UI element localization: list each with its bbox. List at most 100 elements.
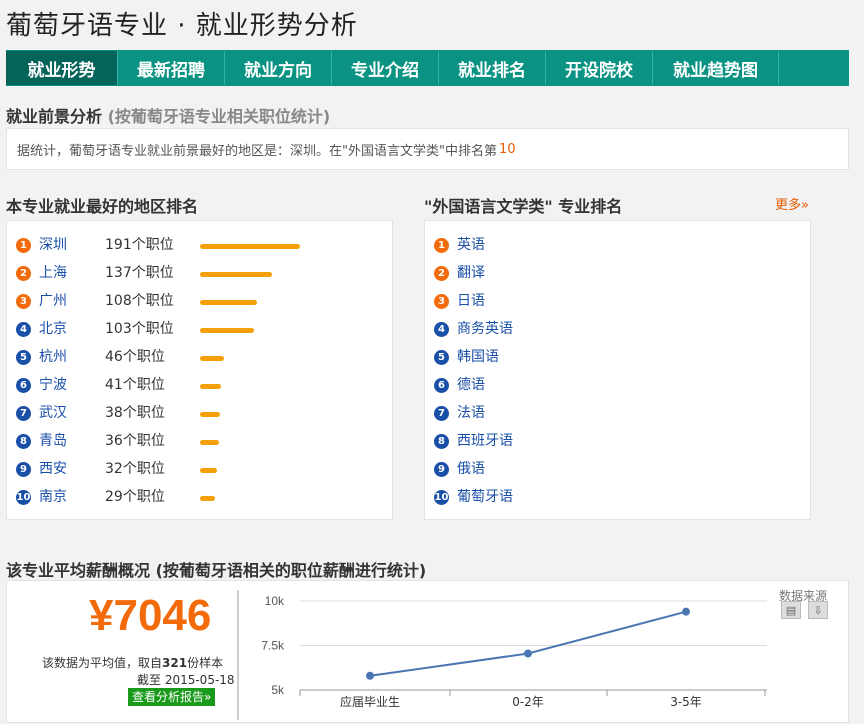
region-count-bar — [200, 412, 220, 417]
view-report-button[interactable]: 查看分析报告» — [128, 688, 216, 706]
tab-latest-jobs[interactable]: 最新招聘 — [118, 51, 225, 85]
tab-schools[interactable]: 开设院校 — [546, 51, 653, 85]
rank-badge: 2 — [16, 266, 31, 281]
region-count-bar — [200, 272, 272, 277]
download-icon[interactable]: ⇩ — [808, 601, 828, 619]
region-row: 2 上海 137个职位 — [7, 262, 387, 284]
more-link[interactable]: 更多» — [775, 194, 809, 213]
tab-career-direction[interactable]: 就业方向 — [225, 51, 332, 85]
major-name-link[interactable]: 俄语 — [457, 458, 485, 480]
major-row: 9 俄语 — [425, 458, 805, 480]
region-job-count: 38个职位 — [105, 405, 165, 421]
major-name-link[interactable]: 法语 — [457, 402, 485, 424]
x-tick-label: 0-2年 — [512, 695, 544, 709]
outlook-heading-subtitle: (按葡萄牙语专业相关职位统计) — [107, 107, 331, 126]
region-count-bar — [200, 440, 219, 445]
region-row: 7 武汉 38个职位 — [7, 402, 387, 424]
region-city-link[interactable]: 广州 — [39, 290, 67, 312]
x-tick-label: 3-5年 — [670, 695, 702, 709]
outlook-heading-title: 就业前景分析 — [6, 107, 103, 126]
y-tick-label: 7.5k — [261, 639, 285, 653]
region-city-link[interactable]: 深圳 — [39, 234, 67, 256]
region-ranking-heading: 本专业就业最好的地区排名 — [6, 197, 199, 216]
tab-major-intro[interactable]: 专业介绍 — [332, 51, 439, 85]
region-row: 4 北京 103个职位 — [7, 318, 387, 340]
region-count-bar — [200, 468, 217, 473]
major-row: 2 翻译 — [425, 262, 805, 284]
region-count-bar — [200, 496, 215, 501]
region-city-link[interactable]: 西安 — [39, 458, 67, 480]
major-ranking-heading: "外国语言文学类" 专业排名 — [424, 197, 623, 216]
region-job-count: 103个职位 — [105, 321, 174, 337]
major-name-link[interactable]: 韩国语 — [457, 346, 499, 368]
rank-badge: 5 — [16, 350, 31, 365]
major-row: 5 韩国语 — [425, 346, 805, 368]
rank-badge: 8 — [434, 434, 449, 449]
major-name-link[interactable]: 英语 — [457, 234, 485, 256]
rank-badge: 7 — [16, 406, 31, 421]
region-row: 5 杭州 46个职位 — [7, 346, 387, 368]
rank-badge: 8 — [16, 434, 31, 449]
rank-badge: 5 — [434, 350, 449, 365]
y-tick-label: 5k — [271, 683, 285, 697]
major-name-link[interactable]: 翻译 — [457, 262, 485, 284]
region-row: 1 深圳 191个职位 — [7, 234, 387, 256]
region-count-bar — [200, 356, 224, 361]
region-city-link[interactable]: 南京 — [39, 486, 67, 508]
series-line — [369, 610, 687, 677]
region-row: 6 宁波 41个职位 — [7, 374, 387, 396]
region-city-link[interactable]: 青岛 — [39, 430, 67, 452]
outlook-heading: 就业前景分析 (按葡萄牙语专业相关职位统计) — [6, 103, 330, 127]
tab-trend-chart[interactable]: 就业趋势图 — [653, 51, 779, 85]
summary-rank: 10 — [498, 141, 516, 157]
region-city-link[interactable]: 武汉 — [39, 402, 67, 424]
rank-badge: 10 — [16, 490, 31, 505]
data-point — [524, 649, 532, 658]
region-city-link[interactable]: 杭州 — [39, 346, 67, 368]
major-row: 3 日语 — [425, 290, 805, 312]
rank-badge: 10 — [434, 490, 449, 505]
region-job-count: 108个职位 — [105, 293, 174, 309]
sample-note-suffix: 份样本 — [187, 656, 224, 670]
region-row: 8 青岛 36个职位 — [7, 430, 387, 452]
region-count-bar — [200, 300, 257, 305]
region-job-count: 46个职位 — [105, 349, 165, 365]
rank-badge: 3 — [434, 294, 449, 309]
print-icon[interactable]: ▤ — [781, 601, 801, 619]
major-row: 1 英语 — [425, 234, 805, 256]
major-ranking-panel: 1 英语 2 翻译 3 日语 4 商务英语 5 韩国语 6 德语 7 法语 8 西班牙语 9 俄语 10 葡萄牙语 — [424, 220, 811, 520]
salary-trend-chart: 10k 7.5k 5k 应届毕业生 0-2年 3-5年 — [261, 594, 767, 709]
major-name-link[interactable]: 西班牙语 — [457, 430, 513, 452]
region-count-bar — [200, 244, 300, 249]
rank-badge: 1 — [16, 238, 31, 253]
rank-badge: 1 — [434, 238, 449, 253]
major-name-link[interactable]: 德语 — [457, 374, 485, 396]
major-name-link[interactable]: 日语 — [457, 290, 485, 312]
major-name-link[interactable]: 葡萄牙语 — [457, 486, 513, 508]
sample-note: 该数据为平均值，取自321份样本 — [42, 654, 223, 671]
major-name-link[interactable]: 商务英语 — [457, 318, 513, 340]
summary-text: 据统计，葡萄牙语专业就业前景最好的地区是：深圳。在"外国语言文学类"中排名第 — [17, 143, 497, 159]
rank-badge: 4 — [16, 322, 31, 337]
region-row: 9 西安 32个职位 — [7, 458, 387, 480]
region-job-count: 191个职位 — [105, 237, 174, 253]
data-point — [366, 671, 374, 680]
sample-count: 321 — [162, 656, 188, 670]
tab-employment-ranking[interactable]: 就业排名 — [439, 51, 546, 85]
main-nav: 就业形势 最新招聘 就业方向 专业介绍 就业排名 开设院校 就业趋势图 — [6, 50, 849, 86]
region-city-link[interactable]: 宁波 — [39, 374, 67, 396]
salary-heading: 该专业平均薪酬概况 (按葡萄牙语相关的职位薪酬进行统计) — [6, 561, 427, 580]
rank-badge: 9 — [16, 462, 31, 477]
outlook-summary: 据统计，葡萄牙语专业就业前景最好的地区是：深圳。在"外国语言文学类"中排名第 1… — [6, 128, 849, 170]
region-job-count: 29个职位 — [105, 489, 165, 505]
rank-badge: 6 — [434, 378, 449, 393]
major-row: 7 法语 — [425, 402, 805, 424]
data-point — [682, 607, 690, 616]
average-salary: ¥7046 — [89, 591, 212, 640]
region-city-link[interactable]: 北京 — [39, 318, 67, 340]
x-tick-label: 应届毕业生 — [340, 694, 400, 709]
salary-divider — [237, 590, 239, 720]
region-city-link[interactable]: 上海 — [39, 262, 67, 284]
tab-employment-situation[interactable]: 就业形势 — [6, 51, 118, 85]
salary-panel: ¥7046 该数据为平均值，取自321份样本 截至 2015-05-18 查看分… — [6, 580, 849, 723]
